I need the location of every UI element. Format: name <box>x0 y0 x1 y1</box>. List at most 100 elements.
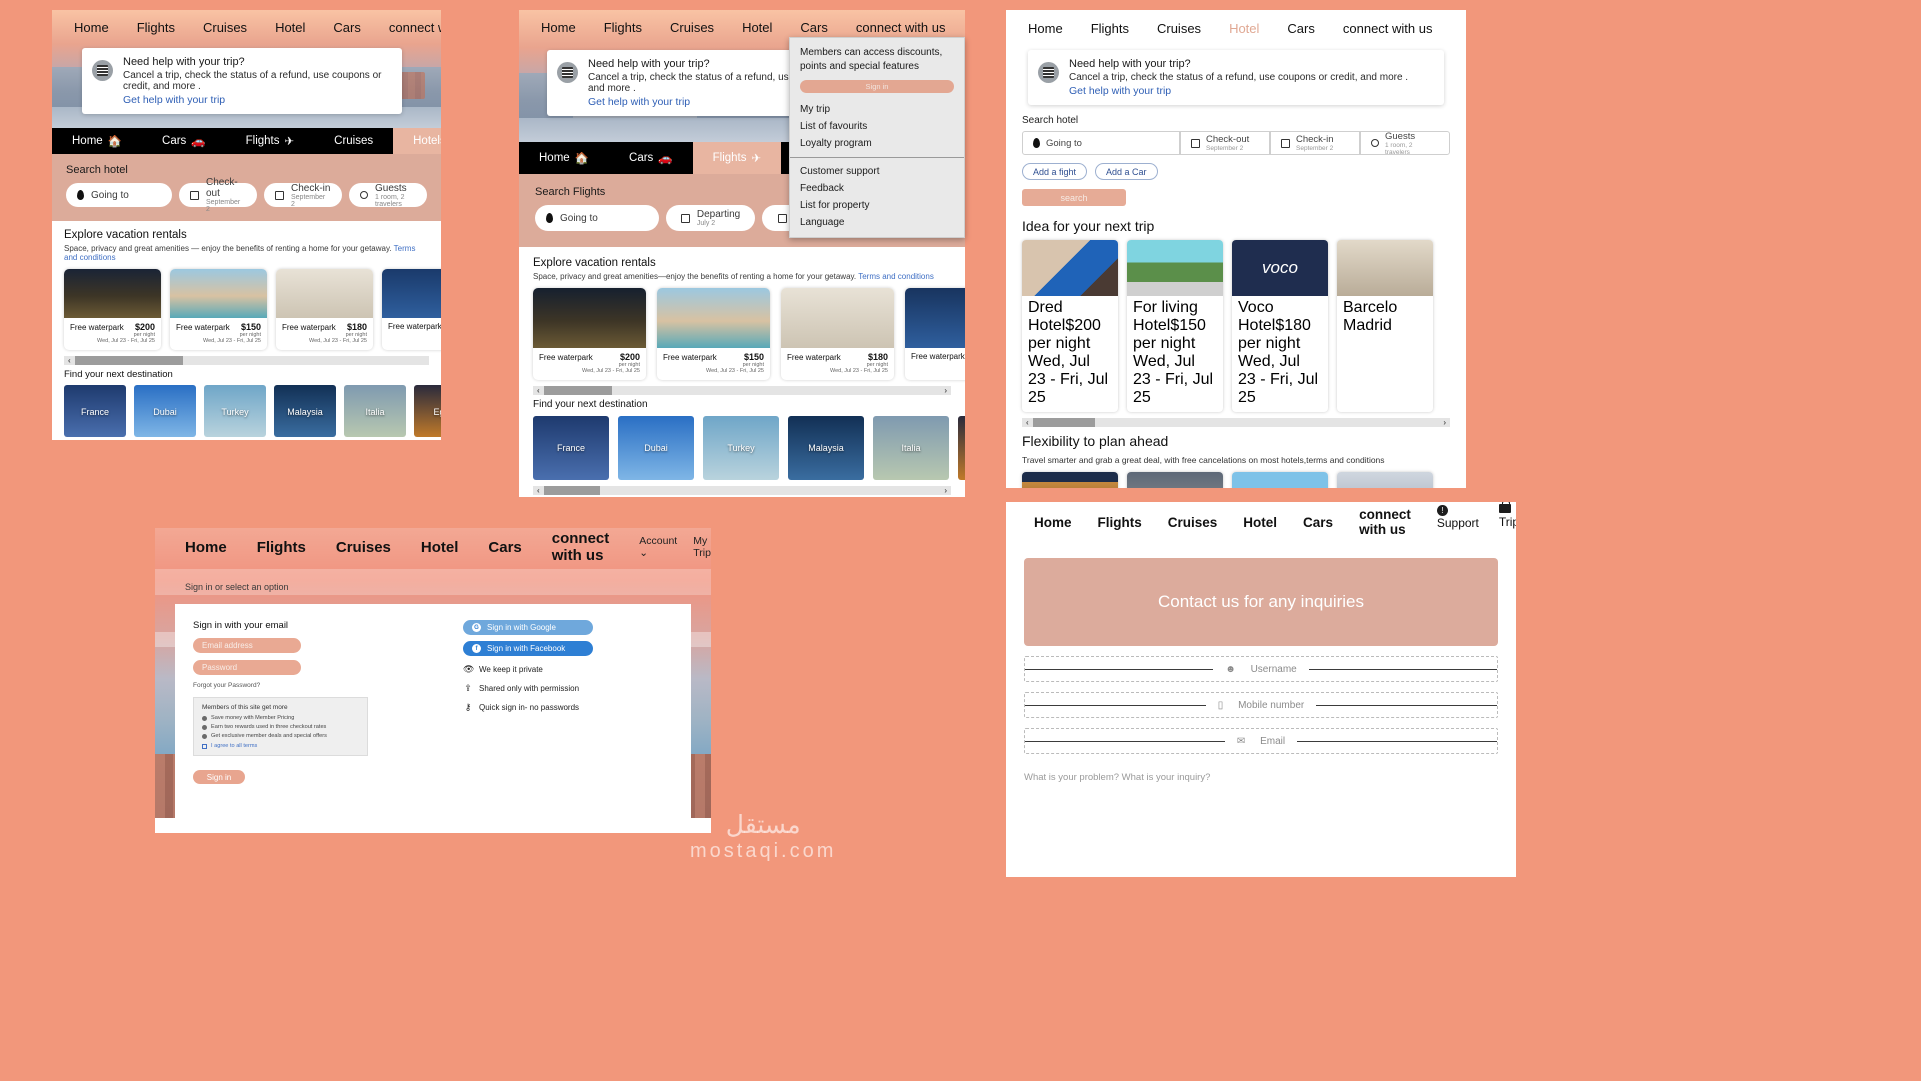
rentals-scrollbar[interactable]: ‹ <box>64 356 429 365</box>
mobile-number-field[interactable]: ▯ Mobile number <box>1024 692 1498 718</box>
destination-card[interactable]: Italia <box>344 385 406 437</box>
nav-cars[interactable]: Cars <box>488 539 521 556</box>
destination-card[interactable]: Egypt <box>414 385 441 437</box>
inquiry-textarea[interactable]: What is your problem? What is your inqui… <box>1024 768 1498 872</box>
nav-hotel[interactable]: Hotel <box>742 20 772 35</box>
nav-connect-with-us[interactable]: connect with us <box>552 530 610 564</box>
catnav-cars[interactable]: Cars 🚗 <box>609 142 693 174</box>
search-input-check-out[interactable]: Check-out September 2 <box>179 177 257 213</box>
username-field[interactable]: ☻ Username <box>1024 656 1498 682</box>
hotel-card[interactable]: voco Voco Hotel$180 per night Wed, Jul 23… <box>1232 240 1328 412</box>
nav-cars[interactable]: Cars <box>1303 515 1333 530</box>
hotel-card[interactable]: For living Hotel$150 per night Wed, Jul 2… <box>1127 240 1223 412</box>
menu-item-language[interactable]: Language <box>790 214 964 231</box>
nav-hotel[interactable]: Hotel <box>275 20 305 35</box>
terms-link[interactable]: Terms and conditions <box>858 272 934 281</box>
menu-item-list-for-property[interactable]: List for property <box>790 197 964 214</box>
add-a-car-button[interactable]: Add a Car <box>1095 163 1158 180</box>
signin-with-facebook-button[interactable]: f Sign in with Facebook <box>463 641 593 656</box>
checkbox-icon[interactable] <box>202 743 207 749</box>
rental-card[interactable]: Free waterpark $200 per night Wed, Jul 23 … <box>533 288 646 380</box>
catnav-hotels[interactable]: Hotels🏨 <box>393 128 441 154</box>
nav-hotel[interactable]: Hotel <box>421 539 459 556</box>
nav-hotel[interactable]: Hotel <box>1243 515 1277 530</box>
dropdown-signin-button[interactable]: Sign in <box>800 80 954 93</box>
rentals-scrollbar[interactable]: ‹ › <box>533 386 951 395</box>
destination-card[interactable]: France <box>64 385 126 437</box>
search-input-going-to[interactable]: Going to <box>535 205 659 231</box>
menu-item-list-of-favourits[interactable]: List of favourits <box>790 118 964 135</box>
nav-hotel[interactable]: Hotel <box>1229 21 1259 36</box>
destination-card[interactable]: Turkey <box>204 385 266 437</box>
destination-card[interactable]: Dubai <box>618 416 694 480</box>
rental-card[interactable]: Free waterpark <box>905 288 965 380</box>
rental-card[interactable]: Free waterpark $180 per night Wed, Jul 23 … <box>276 269 373 350</box>
search-input-check-in[interactable]: Check-in September 2 <box>264 183 342 208</box>
add-a-flight-button[interactable]: Add a fight <box>1022 163 1088 180</box>
nav-home[interactable]: Home <box>1028 21 1063 36</box>
nav-cruises[interactable]: Cruises <box>336 539 391 556</box>
chevron-right-icon[interactable]: › <box>1439 418 1450 427</box>
nav-connect-with-us[interactable]: connect with us <box>856 20 946 35</box>
scrollbar-thumb[interactable] <box>74 356 183 365</box>
rental-card[interactable]: Free waterpark <box>382 269 441 350</box>
rental-card[interactable]: Free waterpark $150 per night Wed, Jul 23 … <box>657 288 770 380</box>
destinations-scrollbar[interactable]: ‹ › <box>533 486 951 495</box>
scrollbar-thumb[interactable] <box>543 486 600 495</box>
help-link[interactable]: Get help with your trip <box>1069 85 1408 97</box>
search-input-guests[interactable]: Guests 1 room, 2 travelers <box>1360 131 1450 156</box>
nav-home[interactable]: Home <box>541 20 576 35</box>
nav-flights[interactable]: Flights <box>604 20 642 35</box>
ideas-scrollbar[interactable]: ‹ › <box>1022 418 1450 427</box>
agree-terms-checkbox[interactable]: I agree to all terms <box>202 743 359 749</box>
chevron-right-icon[interactable]: › <box>940 486 951 495</box>
menu-item-feedback[interactable]: Feedback <box>790 180 964 197</box>
search-input-check-out[interactable]: Check-out September 2 <box>1180 131 1270 155</box>
catnav-cruises[interactable]: Cruises <box>314 128 393 154</box>
my-trips-link[interactable]: My Trips <box>693 535 711 559</box>
hotel-card[interactable]: Harrods Hotel$200 per nightWed, Jul 23 -… <box>1022 472 1118 488</box>
search-input-going-to[interactable]: Going to <box>66 183 172 207</box>
nav-flights[interactable]: Flights <box>1098 515 1142 530</box>
destination-card[interactable]: Turkey <box>703 416 779 480</box>
destination-card[interactable]: Italia <box>873 416 949 480</box>
destination-card[interactable]: Malaysia <box>788 416 864 480</box>
email-field[interactable]: Email address <box>193 638 301 653</box>
nav-home[interactable]: Home <box>1034 515 1072 530</box>
catnav-flights[interactable]: Flights ✈ <box>692 142 782 174</box>
signin-submit-button[interactable]: Sign in <box>193 770 245 784</box>
support-button[interactable]: ! Support <box>1436 502 1479 543</box>
destination-card[interactable]: Malaysia <box>274 385 336 437</box>
nav-home[interactable]: Home <box>185 539 227 556</box>
destination-card[interactable]: Egypt <box>958 416 965 480</box>
nav-flights[interactable]: Flights <box>137 20 175 35</box>
search-input-guests[interactable]: Guests 1 room, 2 travelers <box>349 183 427 208</box>
chevron-left-icon[interactable]: ‹ <box>1022 418 1033 427</box>
rental-card[interactable]: Free waterpark $200 per night Wed, Jul 23 … <box>64 269 161 350</box>
nav-flights[interactable]: Flights <box>1091 21 1129 36</box>
nav-cars[interactable]: Cars <box>800 20 827 35</box>
catnav-home[interactable]: Home 🏠 <box>52 128 142 154</box>
chevron-left-icon[interactable]: ‹ <box>64 356 75 365</box>
catnav-flights[interactable]: Flights ✈ <box>226 128 315 154</box>
search-input-check-in[interactable]: Check-in September 2 <box>1270 131 1360 155</box>
nav-cruises[interactable]: Cruises <box>1157 21 1201 36</box>
forgot-password-link[interactable]: Forgot your Password? <box>193 682 447 689</box>
nav-home[interactable]: Home <box>74 20 109 35</box>
nav-connect-with-us[interactable]: connect with us <box>1359 507 1411 537</box>
chevron-right-icon[interactable]: › <box>940 386 951 395</box>
help-link[interactable]: Get help with your trip <box>123 94 388 106</box>
search-button[interactable]: search <box>1022 189 1126 206</box>
hotel-card[interactable]: Happy land Hotel$150 per nightWed, Jul 2… <box>1127 472 1223 488</box>
menu-item-customer-support[interactable]: Customer support <box>790 163 964 180</box>
scrollbar-thumb[interactable] <box>1032 418 1095 427</box>
email-field[interactable]: ✉ Email <box>1024 728 1498 754</box>
nav-cars[interactable]: Cars <box>333 20 360 35</box>
hotel-card[interactable]: Al menal Hotel$180 per nightWed, Jul 23 … <box>1232 472 1328 488</box>
nav-cars[interactable]: Cars <box>1287 21 1314 36</box>
rental-card[interactable]: Free waterpark $150 per night Wed, Jul 23 … <box>170 269 267 350</box>
nav-flights[interactable]: Flights <box>257 539 306 556</box>
search-input-departing[interactable]: Departing July 2 <box>665 205 756 231</box>
rental-card[interactable]: Free waterpark $180 per night Wed, Jul 23 … <box>781 288 894 380</box>
nav-connect-with-us[interactable]: connect with us <box>1343 21 1433 36</box>
